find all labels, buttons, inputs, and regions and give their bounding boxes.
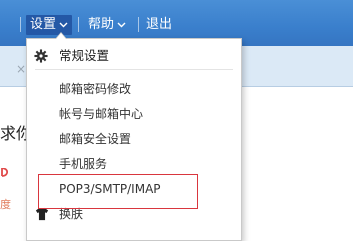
menu-item-password[interactable]: 邮箱密码修改 — [59, 79, 131, 99]
nav-logout-label: 退出 — [146, 17, 173, 32]
chevron-down-icon — [59, 22, 68, 27]
nav-separator — [78, 17, 79, 32]
menu-caret-inner — [56, 33, 66, 39]
gear-icon — [34, 49, 48, 63]
nav-settings-label: 设置 — [30, 17, 57, 32]
highlight-annotation-box — [38, 174, 198, 209]
menu-item-account-center[interactable]: 帐号与邮箱中心 — [59, 104, 143, 124]
menu-divider — [35, 69, 233, 70]
menu-item-mobile-service[interactable]: 手机服务 — [59, 154, 107, 174]
menu-item-security[interactable]: 邮箱安全设置 — [59, 129, 131, 149]
nav-separator — [138, 17, 139, 32]
chevron-down-icon — [117, 22, 126, 27]
nav-help-label: 帮助 — [88, 17, 115, 32]
close-icon[interactable]: × — [16, 62, 26, 76]
nav-logout-link[interactable]: 退出 — [146, 15, 172, 35]
menu-general-settings[interactable]: 常规设置 — [59, 46, 109, 66]
background-icon — [1, 168, 9, 177]
settings-dropdown-menu: 常规设置 邮箱密码修改 帐号与邮箱中心 邮箱安全设置 手机服务 POP3/SMT… — [26, 38, 242, 241]
background-text: 度 — [0, 198, 11, 211]
nav-separator — [20, 17, 21, 32]
tshirt-icon — [35, 207, 49, 221]
nav-help-menu[interactable]: 帮助 — [88, 15, 126, 35]
